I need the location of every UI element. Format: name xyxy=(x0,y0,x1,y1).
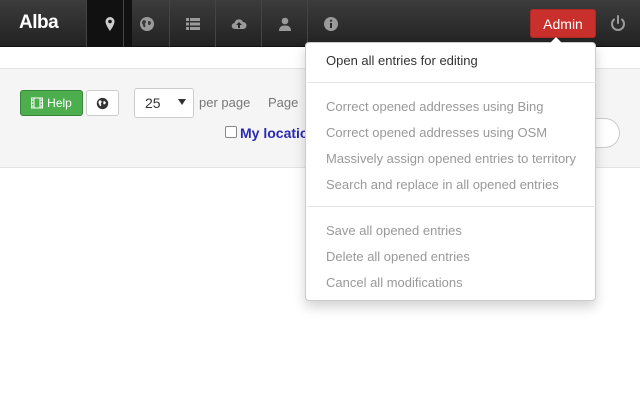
menu-divider xyxy=(307,206,596,207)
menu-item-correct-bing[interactable]: Correct opened addresses using Bing xyxy=(326,99,544,114)
per-page-label: per page xyxy=(199,95,251,110)
user-icon xyxy=(278,17,291,31)
menu-item-search-replace[interactable]: Search and replace in all opened entries xyxy=(326,177,559,192)
nav-cloud-upload[interactable] xyxy=(215,0,261,47)
chevron-down-icon xyxy=(178,99,186,105)
my-location-checkbox[interactable] xyxy=(225,126,237,138)
brand-logo[interactable]: Alba xyxy=(19,12,59,34)
globe-icon xyxy=(96,97,109,109)
menu-item-delete-all[interactable]: Delete all opened entries xyxy=(326,249,470,264)
map-toggle-button[interactable] xyxy=(86,90,119,116)
menu-item-open-all[interactable]: Open all entries for editing xyxy=(326,53,478,68)
menu-item-cancel-modifications[interactable]: Cancel all modifications xyxy=(326,275,463,290)
help-button-label: Help xyxy=(47,96,72,110)
nav-list[interactable] xyxy=(169,0,215,47)
globe-icon xyxy=(139,16,154,31)
list-icon xyxy=(185,17,200,30)
admin-dropdown-menu: Open all entries for editing Correct ope… xyxy=(305,36,596,301)
nav-user[interactable] xyxy=(261,0,307,47)
page-size-select[interactable]: 25 xyxy=(134,88,194,118)
my-location-label[interactable]: My locatio xyxy=(240,125,308,141)
map-marker-icon xyxy=(105,16,114,31)
power-icon xyxy=(611,15,625,31)
nav-globe[interactable] xyxy=(123,0,169,47)
menu-divider xyxy=(307,82,596,83)
help-button[interactable]: Help xyxy=(20,90,83,116)
nav-info[interactable] xyxy=(307,0,353,47)
dropdown-caret xyxy=(549,36,563,43)
film-icon xyxy=(31,97,44,109)
menu-item-save-all[interactable]: Save all opened entries xyxy=(326,223,462,238)
page-size-value: 25 xyxy=(145,95,161,111)
top-navbar: Alba Admin xyxy=(0,0,640,47)
menu-item-assign-territory[interactable]: Massively assign opened entries to terri… xyxy=(326,151,576,166)
cloud-upload-icon xyxy=(231,18,246,29)
info-icon xyxy=(323,16,338,31)
admin-button[interactable]: Admin xyxy=(530,9,596,38)
menu-item-correct-osm[interactable]: Correct opened addresses using OSM xyxy=(326,125,547,140)
power-button[interactable] xyxy=(607,13,629,35)
page-label: Page xyxy=(268,95,299,110)
